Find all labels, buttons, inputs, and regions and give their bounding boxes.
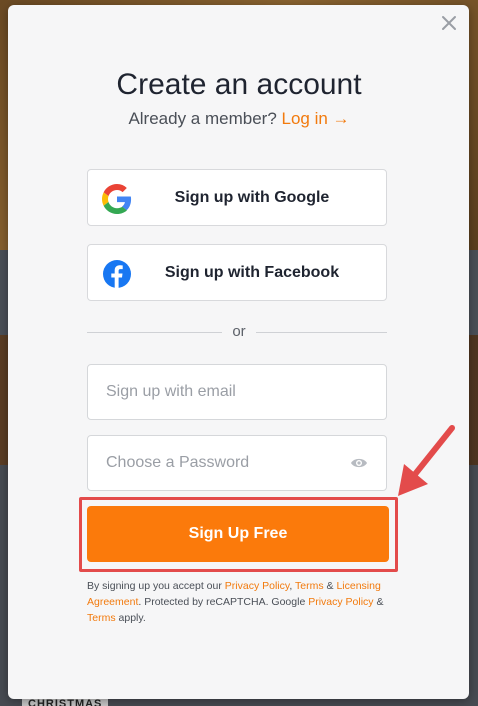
subtitle-text: Already a member? bbox=[128, 109, 277, 128]
google-signup-label: Sign up with Google bbox=[174, 188, 330, 206]
facebook-signup-label: Sign up with Facebook bbox=[164, 263, 340, 281]
google-icon bbox=[102, 184, 132, 214]
facebook-signup-button[interactable]: Sign up with Facebook bbox=[87, 244, 387, 301]
login-link[interactable]: Log in → bbox=[282, 109, 350, 128]
page-title: Create an account bbox=[116, 68, 362, 101]
eye-icon[interactable] bbox=[350, 456, 368, 470]
email-field[interactable] bbox=[87, 364, 387, 420]
privacy-policy-link[interactable]: Privacy Policy bbox=[225, 580, 290, 592]
sign-up-free-button[interactable]: Sign Up Free bbox=[87, 506, 389, 562]
divider-or: or bbox=[0, 323, 478, 340]
close-button[interactable] bbox=[436, 10, 462, 36]
google-terms-link[interactable]: Terms bbox=[87, 612, 116, 624]
google-privacy-policy-link[interactable]: Privacy Policy bbox=[308, 596, 373, 608]
facebook-icon bbox=[103, 260, 131, 288]
email-input[interactable] bbox=[88, 383, 386, 401]
terms-link[interactable]: Terms bbox=[295, 580, 324, 592]
google-signup-button[interactable]: Sign up with Google bbox=[87, 169, 387, 226]
legal-text: By signing up you accept our Privacy Pol… bbox=[87, 580, 384, 624]
password-field[interactable] bbox=[87, 435, 387, 491]
password-input[interactable] bbox=[88, 454, 386, 472]
subtitle: Already a member? Log in → bbox=[0, 109, 478, 129]
annotation-arrow-icon bbox=[398, 425, 455, 496]
close-icon bbox=[442, 16, 456, 30]
